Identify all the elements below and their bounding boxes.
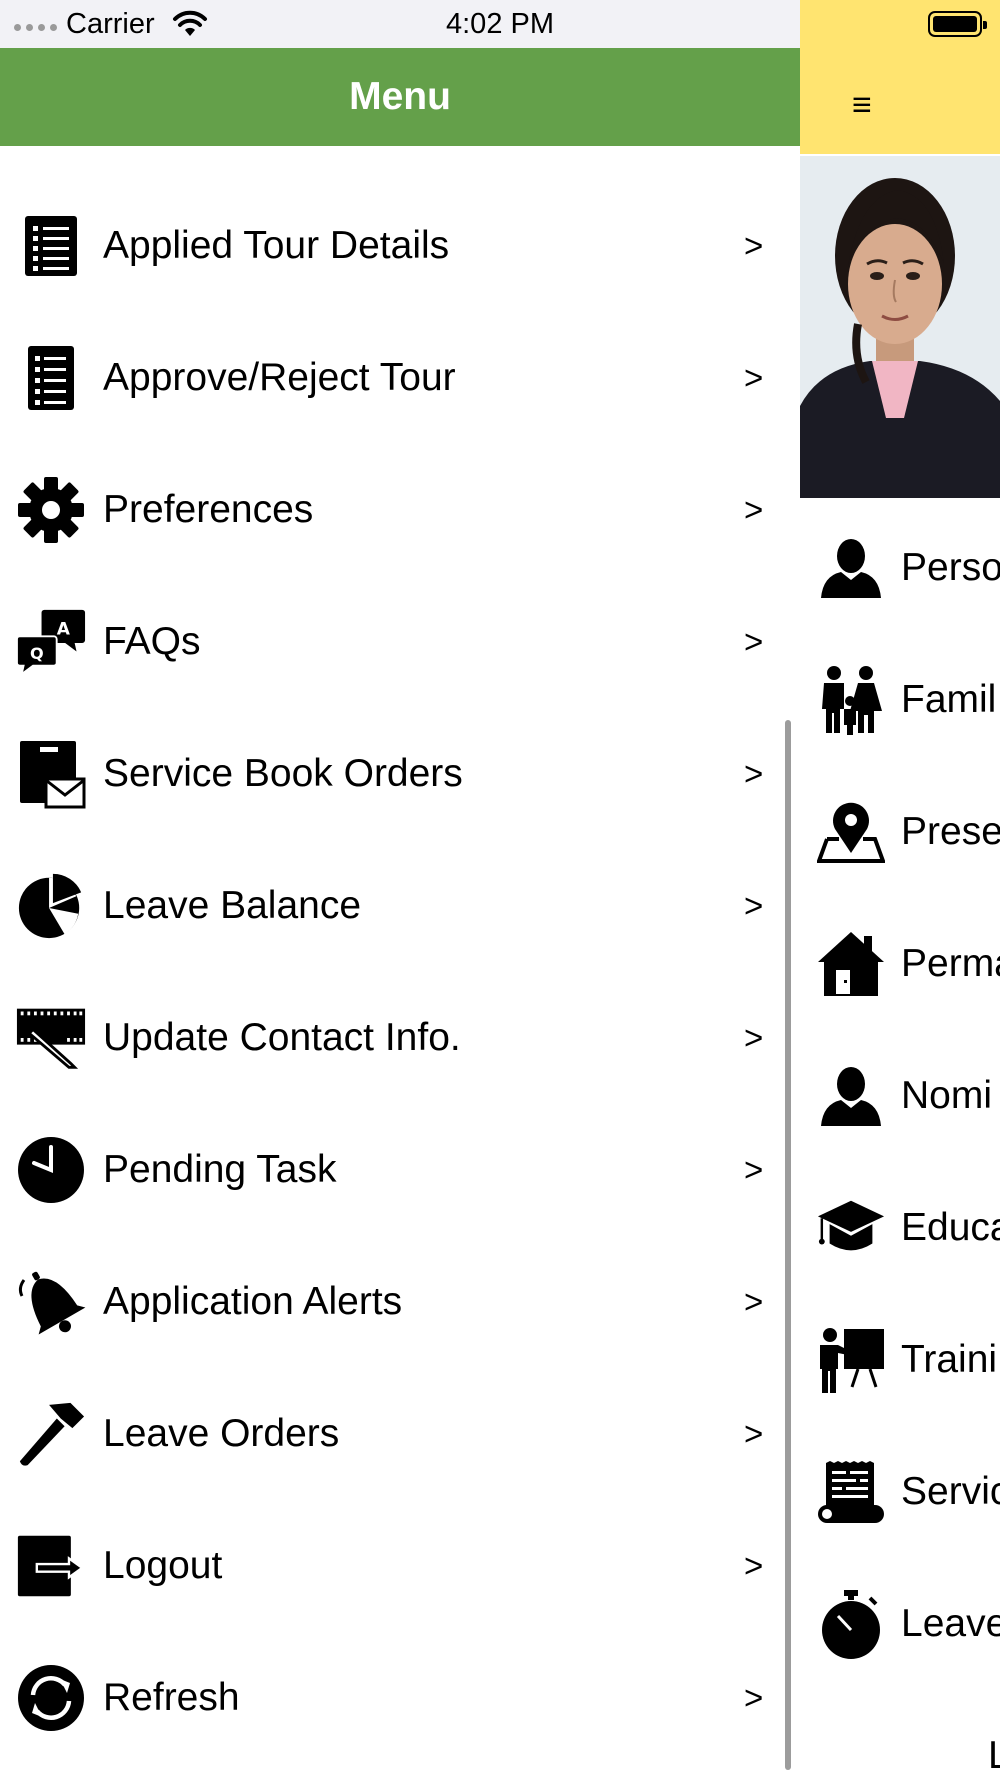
menu-item-refresh[interactable]: Refresh > <box>0 1632 790 1764</box>
main-item-personal[interactable]: Perso <box>800 502 1000 634</box>
map-pin-icon <box>816 797 886 867</box>
drawer-menu-list: Applied Tour Details > Approve/Reject To… <box>0 180 790 1764</box>
main-screen: ≡ Perso Famil Prese Perm Nomi Educ Train… <box>800 0 1000 1778</box>
main-item-nominee[interactable]: Nomi <box>800 1030 1000 1162</box>
gear-icon <box>16 475 86 545</box>
list-icon <box>16 211 86 281</box>
main-item-training[interactable]: Traini <box>800 1294 1000 1426</box>
signal-dots-icon <box>14 24 57 31</box>
list-icon <box>16 343 86 413</box>
menu-item-preferences[interactable]: Preferences > <box>0 444 790 576</box>
drawer-title: Menu <box>349 75 451 118</box>
carrier-label: Carrier <box>66 8 155 40</box>
hammer-icon <box>16 1399 86 1469</box>
main-item-label: Famil <box>901 678 997 721</box>
menu-item-label: Applied Tour Details <box>103 224 450 267</box>
main-item-family[interactable]: Famil <box>800 634 1000 766</box>
logout-icon <box>16 1531 86 1601</box>
menu-item-label: Pending Task <box>103 1148 337 1191</box>
refresh-icon <box>16 1663 86 1733</box>
chevron-right-icon: > <box>744 887 764 924</box>
main-item-label: Leave <box>901 1602 1000 1645</box>
svg-text:Q: Q <box>30 644 44 663</box>
menu-item-logout[interactable]: Logout > <box>0 1500 790 1632</box>
menu-item-faqs[interactable]: A Q FAQs > <box>0 576 790 708</box>
person-icon <box>816 1061 886 1131</box>
scroll-icon <box>816 1457 886 1527</box>
menu-item-label: Update Contact Info. <box>103 1016 461 1059</box>
chevron-right-icon: > <box>744 1415 764 1452</box>
chevron-right-icon: > <box>744 755 764 792</box>
main-item-present-address[interactable]: Prese <box>800 766 1000 898</box>
main-item-label: Perma <box>901 942 1000 985</box>
pie-chart-icon <box>16 871 86 941</box>
chevron-right-icon: > <box>744 359 764 396</box>
menu-item-label: Preferences <box>103 488 314 531</box>
clock-icon <box>16 1135 86 1205</box>
main-item-permanent-address[interactable]: Perma <box>800 898 1000 1030</box>
drawer-header: Menu <box>0 48 800 146</box>
menu-item-application-alerts[interactable]: Application Alerts > <box>0 1236 790 1368</box>
main-item-label: Perso <box>901 546 1000 589</box>
menu-item-label: Service Book Orders <box>103 752 463 795</box>
main-header: ≡ <box>800 48 1000 154</box>
family-icon <box>816 665 886 735</box>
main-item-label: Traini <box>901 1338 998 1381</box>
main-status-bar <box>800 0 1000 48</box>
menu-item-label: Approve/Reject Tour <box>103 356 456 399</box>
graduation-cap-icon <box>816 1193 886 1263</box>
main-item-label: Servic <box>901 1470 1000 1513</box>
mail-box-icon <box>16 739 86 809</box>
faq-icon: A Q <box>16 607 86 677</box>
menu-item-label: Application Alerts <box>103 1280 403 1323</box>
svg-text:A: A <box>57 619 71 639</box>
hamburger-menu-icon[interactable]: ≡ <box>852 88 872 122</box>
menu-item-label: Leave Balance <box>103 884 362 927</box>
chevron-right-icon: > <box>744 1151 764 1188</box>
menu-item-service-book-orders[interactable]: Service Book Orders > <box>0 708 790 840</box>
chevron-right-icon: > <box>744 1547 764 1584</box>
chevron-right-icon: > <box>744 1019 764 1056</box>
battery-icon <box>928 11 987 37</box>
menu-item-applied-tour-details[interactable]: Applied Tour Details > <box>0 180 790 312</box>
chevron-right-icon: > <box>744 491 764 528</box>
wifi-icon <box>173 10 207 36</box>
bell-icon <box>16 1267 86 1337</box>
chevron-right-icon: > <box>744 1283 764 1320</box>
menu-item-leave-orders[interactable]: Leave Orders > <box>0 1368 790 1500</box>
scroll-indicator[interactable] <box>785 720 791 1770</box>
main-item-leave[interactable]: Leave <box>800 1558 1000 1690</box>
main-footer-text: L <box>988 1734 1000 1777</box>
main-item-label: Nomi <box>901 1074 993 1117</box>
house-icon <box>816 929 886 999</box>
person-icon <box>816 533 886 603</box>
menu-item-label: Leave Orders <box>103 1412 340 1455</box>
menu-item-label: Refresh <box>103 1676 240 1719</box>
menu-item-label: Logout <box>103 1544 223 1587</box>
side-drawer: Carrier Menu Applied Tour Details > Appr… <box>0 0 800 1778</box>
menu-item-pending-task[interactable]: Pending Task > <box>0 1104 790 1236</box>
main-item-label: Educa <box>901 1206 1000 1249</box>
stopwatch-icon <box>816 1589 886 1659</box>
menu-item-update-contact-info[interactable]: Update Contact Info. > <box>0 972 790 1104</box>
chevron-right-icon: > <box>744 227 764 264</box>
main-item-service[interactable]: Servic <box>800 1426 1000 1558</box>
ruler-pen-icon <box>16 1003 86 1073</box>
chevron-right-icon: > <box>744 1679 764 1716</box>
main-item-label: Prese <box>901 810 1000 853</box>
menu-item-leave-balance[interactable]: Leave Balance > <box>0 840 790 972</box>
menu-item-label: FAQs <box>103 620 201 663</box>
main-menu-list: Perso Famil Prese Perm Nomi Educ Traini … <box>800 502 1000 1690</box>
menu-item-approve-reject-tour[interactable]: Approve/Reject Tour > <box>0 312 790 444</box>
teacher-board-icon <box>816 1325 886 1395</box>
profile-photo <box>800 156 1000 498</box>
main-item-education[interactable]: Educa <box>800 1162 1000 1294</box>
status-bar: Carrier <box>0 0 800 48</box>
chevron-right-icon: > <box>744 623 764 660</box>
